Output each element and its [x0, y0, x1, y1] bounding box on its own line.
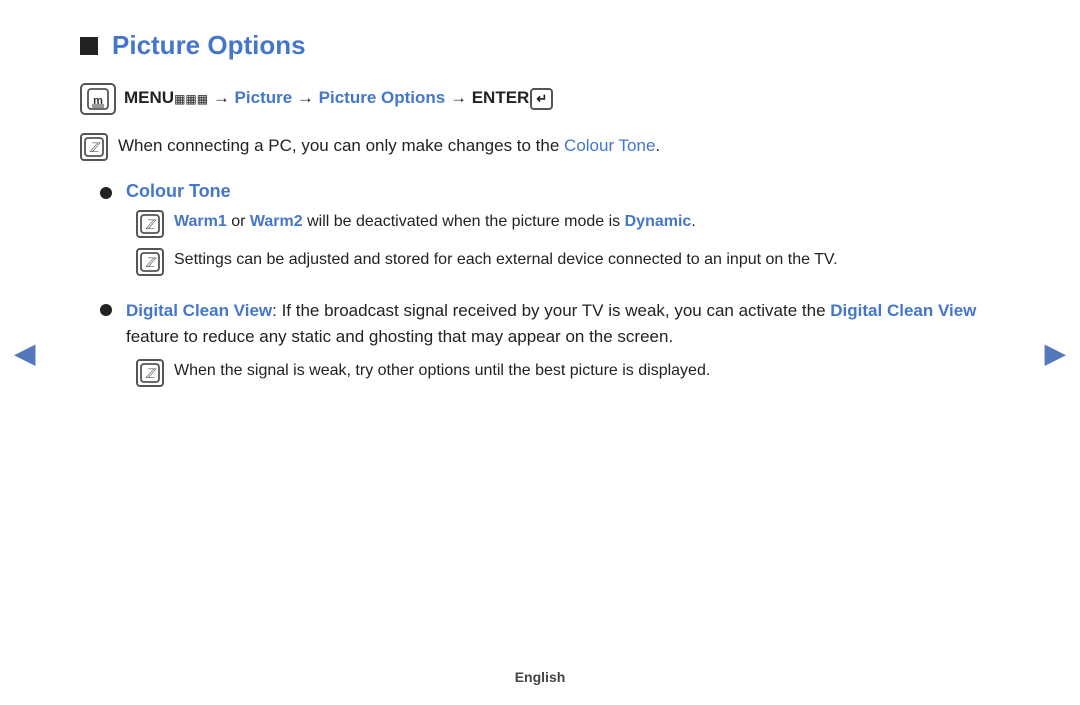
bullet-dot-1 [100, 187, 112, 199]
pc-note-text: When connecting a PC, you can only make … [118, 133, 660, 159]
nav-arrow-left[interactable]: ◀ [14, 336, 36, 369]
menu-path-text: MENU▦▦▦ → Picture → Picture Options → EN… [124, 88, 553, 110]
page-title: Picture Options [112, 30, 306, 61]
black-square-icon [80, 37, 98, 55]
pc-note-row: ℤ When connecting a PC, you can only mak… [80, 133, 1000, 161]
settings-note-text: Settings can be adjusted and stored for … [174, 248, 838, 273]
dcv-content: Digital Clean View: If the broadcast sig… [126, 298, 1000, 397]
svg-text:ℤ: ℤ [145, 217, 157, 232]
page-container: ◀ ▶ Picture Options m MENU▦▦▦ → Picture … [0, 0, 1080, 705]
svg-text:ℤ: ℤ [145, 255, 157, 270]
colour-tone-title: Colour Tone [126, 181, 1000, 202]
nav-arrow-right[interactable]: ▶ [1044, 336, 1066, 369]
signal-note-row: ℤ When the signal is weak, try other opt… [136, 359, 1000, 387]
svg-text:ℤ: ℤ [89, 140, 101, 155]
warm-note-row: ℤ Warm1 or Warm2 will be deactivated whe… [136, 210, 1000, 238]
bullet-digital-clean-view: Digital Clean View: If the broadcast sig… [100, 298, 1000, 397]
menu-path-row: m MENU▦▦▦ → Picture → Picture Options → … [80, 83, 1000, 115]
note-icon-settings: ℤ [136, 248, 164, 276]
note-icon-warm: ℤ [136, 210, 164, 238]
footer-language: English [515, 669, 566, 685]
warm-note-text: Warm1 or Warm2 will be deactivated when … [174, 210, 696, 235]
note-icon-pc: ℤ [80, 133, 108, 161]
page-title-row: Picture Options [80, 30, 1000, 61]
bullet-colour-tone: Colour Tone ℤ Warm1 or Warm2 will be dea… [100, 181, 1000, 286]
svg-text:ℤ: ℤ [145, 366, 157, 381]
menu-remote-icon: m [80, 83, 116, 115]
dcv-intro-text: Digital Clean View: If the broadcast sig… [126, 298, 1000, 351]
settings-note-row: ℤ Settings can be adjusted and stored fo… [136, 248, 1000, 276]
signal-note-text: When the signal is weak, try other optio… [174, 359, 710, 384]
bullet-dot-2 [100, 304, 112, 316]
note-icon-signal: ℤ [136, 359, 164, 387]
colour-tone-content: Colour Tone ℤ Warm1 or Warm2 will be dea… [126, 181, 1000, 286]
